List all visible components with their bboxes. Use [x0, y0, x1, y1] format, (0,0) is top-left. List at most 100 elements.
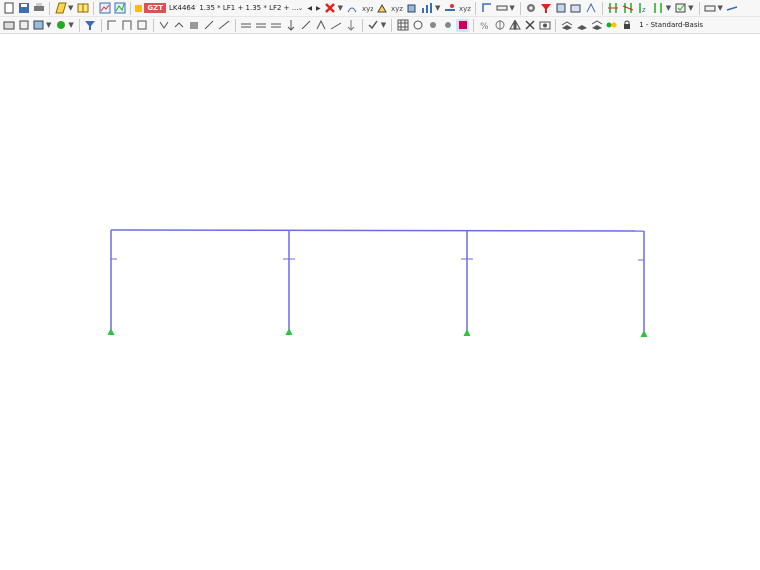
- new-file-icon[interactable]: [2, 2, 15, 15]
- camera-icon[interactable]: [538, 19, 551, 32]
- results-dropdown-icon[interactable]: ▼: [338, 4, 343, 12]
- load-combination-selector[interactable]: GZT LK4464 1.35 * LF1 + 1.35 * LF2 + ...…: [135, 3, 304, 14]
- load-free-icon[interactable]: [330, 19, 343, 32]
- snap-icon[interactable]: [411, 19, 424, 32]
- layer-dropdown-icon[interactable]: ▼: [68, 21, 73, 29]
- load-temperature-icon[interactable]: [315, 19, 328, 32]
- visibility-icon[interactable]: [456, 18, 470, 32]
- frame-icon[interactable]: [106, 19, 119, 32]
- box-icon[interactable]: [136, 19, 149, 32]
- solid-icon[interactable]: [188, 19, 201, 32]
- status-light-icon[interactable]: [605, 19, 618, 32]
- close-icon[interactable]: [523, 19, 536, 32]
- toolbar-separator: [93, 1, 95, 15]
- surface-dropdown-icon[interactable]: ▼: [46, 21, 51, 29]
- lock-icon[interactable]: [620, 19, 633, 32]
- gear-icon[interactable]: [525, 2, 538, 15]
- previous-combination-icon[interactable]: ◀: [307, 5, 312, 12]
- model-canvas[interactable]: [0, 34, 760, 570]
- pen-icon[interactable]: [726, 2, 739, 15]
- distribution-icon[interactable]: xyz: [458, 2, 471, 15]
- results-icon[interactable]: [98, 2, 111, 15]
- toolbar-separator: [100, 18, 102, 32]
- percent-icon[interactable]: %: [478, 19, 491, 32]
- eraser-dropdown-icon[interactable]: ▼: [718, 4, 723, 12]
- eraser-icon[interactable]: [704, 2, 717, 15]
- next-combination-icon[interactable]: ▶: [316, 5, 321, 12]
- load-case-swatch: [135, 4, 143, 12]
- filter-icon[interactable]: [540, 2, 553, 15]
- save-icon[interactable]: [17, 2, 30, 15]
- line-icon[interactable]: [17, 19, 30, 32]
- load-combination-formula: 1.35 * LF1 + 1.35 * LF2 + ...: [199, 4, 299, 12]
- view-cube-icon[interactable]: [555, 2, 568, 15]
- ortho-icon[interactable]: [441, 19, 454, 32]
- frame-members: [110, 229, 645, 333]
- load-node-icon[interactable]: [285, 19, 298, 32]
- view-selector[interactable]: 1 - Standard-Basis: [639, 21, 703, 29]
- svg-text:xyz: xyz: [459, 5, 471, 13]
- cube-icon[interactable]: [406, 2, 419, 15]
- member-icon[interactable]: [443, 2, 456, 15]
- toolbar-separator: [698, 1, 700, 15]
- results-toggle-icon[interactable]: [113, 2, 126, 15]
- internal-forces-icon[interactable]: xyz: [391, 2, 404, 15]
- support-icon[interactable]: [463, 329, 471, 336]
- edit-mode-icon[interactable]: [54, 2, 67, 15]
- display-options-icon[interactable]: [674, 2, 687, 15]
- support-icon[interactable]: [107, 328, 115, 335]
- mirror-icon[interactable]: [508, 19, 521, 32]
- layers-icon[interactable]: [560, 19, 573, 32]
- layers-stack-icon[interactable]: [590, 19, 603, 32]
- axis-y-icon[interactable]: [622, 2, 635, 15]
- scale-icon[interactable]: xyz: [361, 2, 374, 15]
- portal-icon[interactable]: [121, 19, 134, 32]
- layer-icon[interactable]: [54, 19, 67, 32]
- svg-text:xyz: xyz: [362, 5, 373, 13]
- print-icon[interactable]: [32, 2, 45, 15]
- dimension-dropdown-icon[interactable]: ▼: [509, 4, 514, 12]
- axis-all-icon[interactable]: [652, 2, 665, 15]
- main-toolbar: ▼ GZT LK4464 1.35 * LF1 + 1.35 * LF2 + .…: [0, 0, 760, 17]
- edit-mode-dropdown-icon[interactable]: ▼: [68, 4, 73, 12]
- display-dropdown-icon[interactable]: ▼: [688, 4, 693, 12]
- release-icon[interactable]: [173, 19, 186, 32]
- hinge-icon[interactable]: [158, 19, 171, 32]
- chart-dropdown-icon[interactable]: ▼: [435, 4, 440, 12]
- load-imposed-icon[interactable]: [300, 19, 313, 32]
- load-line-icon[interactable]: [255, 19, 268, 32]
- section-icon[interactable]: [480, 2, 493, 15]
- node-icon[interactable]: [2, 19, 15, 32]
- load-surface-icon[interactable]: [270, 19, 283, 32]
- toolbar-separator: [519, 1, 521, 15]
- check-dropdown-icon[interactable]: ▼: [381, 21, 386, 29]
- grid-icon[interactable]: [396, 19, 409, 32]
- red-close-icon[interactable]: [324, 2, 337, 15]
- load-arrow-icon[interactable]: [345, 19, 358, 32]
- opening-icon[interactable]: [203, 19, 216, 32]
- axis-z-icon[interactable]: z: [637, 2, 650, 15]
- support-icon[interactable]: [285, 328, 293, 335]
- table-icon[interactable]: [76, 2, 89, 15]
- diameter-icon[interactable]: [493, 19, 506, 32]
- dimension-icon[interactable]: [495, 2, 508, 15]
- support-icon[interactable]: [640, 330, 648, 337]
- surface-icon[interactable]: [32, 19, 45, 32]
- chart-icon[interactable]: [421, 2, 434, 15]
- transparency-icon[interactable]: [585, 2, 598, 15]
- deformation-icon[interactable]: [346, 2, 359, 15]
- diagonal-icon[interactable]: [218, 19, 231, 32]
- beam-member[interactable]: [110, 229, 645, 232]
- check-icon[interactable]: [367, 19, 380, 32]
- support-reactions-icon[interactable]: [376, 2, 389, 15]
- select-filter-icon[interactable]: [84, 19, 97, 32]
- render-icon[interactable]: [570, 2, 583, 15]
- object-snap-icon[interactable]: [426, 19, 439, 32]
- toolbar-separator: [361, 18, 363, 32]
- toolbar-separator: [130, 1, 132, 15]
- axis-x-icon[interactable]: [607, 2, 620, 15]
- layers-alt-icon[interactable]: [575, 19, 588, 32]
- axis-dropdown-icon[interactable]: ▼: [666, 4, 671, 12]
- chevron-down-icon[interactable]: ⌄: [297, 4, 303, 12]
- load-member-icon[interactable]: [240, 19, 253, 32]
